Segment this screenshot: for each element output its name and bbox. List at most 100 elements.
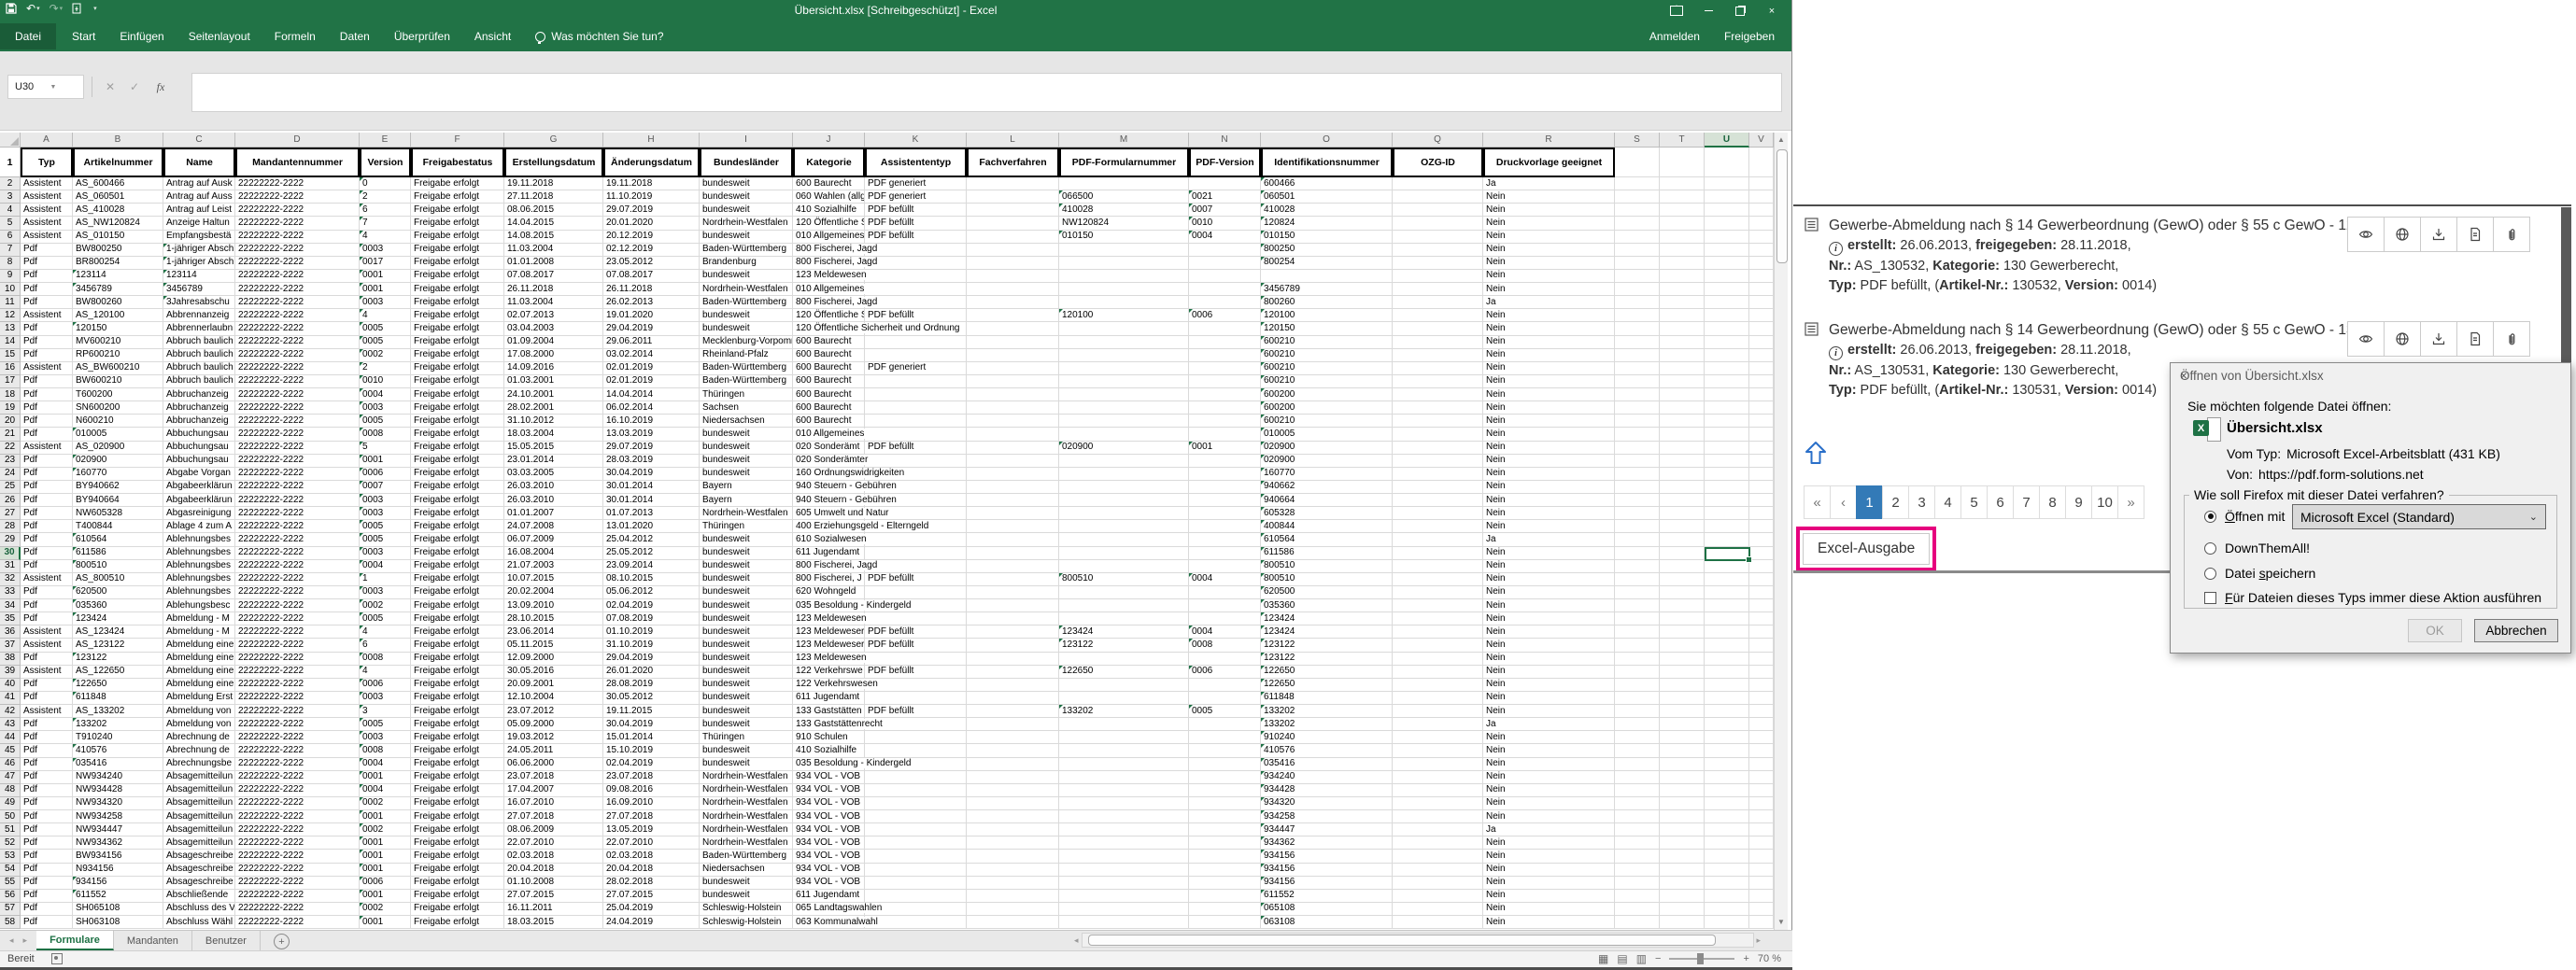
cell[interactable]: 934 VOL - VOB bbox=[793, 850, 865, 863]
cell[interactable]: Assistent bbox=[21, 705, 73, 718]
cell[interactable] bbox=[1059, 731, 1189, 744]
cell[interactable]: 123 Meldewesen bbox=[793, 612, 865, 626]
cell[interactable]: Absageschreibe bbox=[163, 877, 235, 890]
cell[interactable] bbox=[1189, 177, 1261, 190]
cell[interactable] bbox=[1705, 797, 1749, 810]
cell[interactable]: 035 Besoldung - Kindergeld bbox=[793, 599, 865, 612]
header-cell[interactable]: Änderungsdatum bbox=[603, 148, 700, 177]
cell[interactable] bbox=[865, 560, 967, 573]
row-number[interactable]: 40 bbox=[0, 679, 21, 692]
cell[interactable]: 0004 bbox=[360, 388, 411, 401]
cell[interactable]: bundesweit bbox=[700, 639, 793, 652]
cell[interactable]: 22222222-2222 bbox=[235, 810, 360, 823]
cell[interactable]: T910240 bbox=[73, 731, 163, 744]
cell[interactable]: 060 Wahlen (allg bbox=[793, 190, 865, 204]
cell[interactable] bbox=[1660, 679, 1705, 692]
cell[interactable]: 120150 bbox=[1261, 322, 1393, 335]
cell[interactable]: Freigabe erfolgt bbox=[411, 850, 504, 863]
page-8-button[interactable]: 8 bbox=[2039, 485, 2066, 519]
row-number[interactable]: 12 bbox=[0, 309, 21, 322]
cell[interactable]: MV600210 bbox=[73, 336, 163, 349]
cell[interactable]: bundesweit bbox=[700, 190, 793, 204]
cell[interactable]: Nein bbox=[1483, 916, 1615, 929]
cell[interactable]: bundesweit bbox=[700, 718, 793, 731]
cell[interactable]: bundesweit bbox=[700, 231, 793, 244]
cell[interactable]: 133202 bbox=[1261, 718, 1393, 731]
cell[interactable]: Pdf bbox=[21, 455, 73, 468]
cell[interactable]: 13.05.2019 bbox=[603, 823, 700, 836]
cell[interactable]: Pdf bbox=[21, 731, 73, 744]
cell[interactable]: 3456789 bbox=[1261, 283, 1393, 296]
page-first-button[interactable]: « bbox=[1804, 485, 1831, 519]
cell[interactable]: 6 bbox=[360, 639, 411, 652]
cell[interactable] bbox=[1705, 231, 1749, 244]
cell[interactable] bbox=[1749, 692, 1774, 705]
cell[interactable]: 27.07.2015 bbox=[603, 890, 700, 903]
cell[interactable] bbox=[1749, 481, 1774, 494]
cell[interactable]: 29.07.2019 bbox=[603, 204, 700, 217]
cell[interactable]: 611 Jugendamt bbox=[793, 692, 865, 705]
cell[interactable] bbox=[1749, 283, 1774, 296]
cell[interactable] bbox=[1615, 653, 1660, 666]
cell[interactable] bbox=[1059, 850, 1189, 863]
cell[interactable]: bundesweit bbox=[700, 666, 793, 679]
cell[interactable] bbox=[1393, 442, 1483, 455]
cell[interactable] bbox=[967, 744, 1059, 757]
row-number[interactable]: 37 bbox=[0, 639, 21, 652]
cell[interactable] bbox=[1615, 771, 1660, 784]
cell[interactable] bbox=[865, 375, 967, 388]
cell[interactable] bbox=[1705, 533, 1749, 546]
cell[interactable]: 410576 bbox=[1261, 744, 1393, 757]
cell[interactable]: 0001 bbox=[360, 771, 411, 784]
row-number[interactable]: 8 bbox=[0, 257, 21, 270]
cell[interactable]: 23.05.2012 bbox=[603, 257, 700, 270]
macro-record-icon[interactable] bbox=[51, 953, 63, 964]
cell[interactable]: Pdf bbox=[21, 336, 73, 349]
cell[interactable]: 22222222-2222 bbox=[235, 217, 360, 230]
cell[interactable] bbox=[865, 336, 967, 349]
cell[interactable] bbox=[1615, 455, 1660, 468]
cell[interactable]: 611586 bbox=[73, 547, 163, 560]
cell[interactable] bbox=[1705, 679, 1749, 692]
cell[interactable] bbox=[1393, 653, 1483, 666]
cell[interactable]: Ja bbox=[1483, 296, 1615, 309]
cell[interactable]: PDF befüllt bbox=[865, 204, 967, 217]
cell[interactable]: bundesweit bbox=[700, 877, 793, 890]
cell[interactable] bbox=[967, 442, 1059, 455]
cell[interactable] bbox=[1615, 692, 1660, 705]
cell[interactable]: 22222222-2222 bbox=[235, 349, 360, 362]
cell[interactable] bbox=[1615, 283, 1660, 296]
cell[interactable] bbox=[1749, 309, 1774, 322]
cell[interactable] bbox=[967, 836, 1059, 850]
cell[interactable] bbox=[1660, 573, 1705, 586]
cell[interactable]: 123122 bbox=[1059, 639, 1189, 652]
cell[interactable] bbox=[1393, 336, 1483, 349]
cell[interactable]: 1 bbox=[360, 573, 411, 586]
cell[interactable]: 035 Besoldung - Kindergeld bbox=[793, 758, 865, 771]
cell[interactable]: bundesweit bbox=[700, 428, 793, 441]
cell[interactable]: 120150 bbox=[73, 322, 163, 335]
page-9-button[interactable]: 9 bbox=[2065, 485, 2092, 519]
cell[interactable] bbox=[865, 257, 967, 270]
cell[interactable] bbox=[1393, 771, 1483, 784]
radio-save-file[interactable]: Datei speichern bbox=[2204, 566, 2315, 581]
cell[interactable]: 13.09.2010 bbox=[504, 599, 603, 612]
cell[interactable] bbox=[1393, 270, 1483, 283]
cell[interactable] bbox=[1393, 415, 1483, 428]
cell[interactable] bbox=[1660, 560, 1705, 573]
cell[interactable] bbox=[1059, 415, 1189, 428]
cell[interactable] bbox=[1749, 877, 1774, 890]
cell[interactable]: 28.03.2019 bbox=[603, 455, 700, 468]
cell[interactable]: 4 bbox=[360, 231, 411, 244]
cell[interactable]: 123424 bbox=[73, 612, 163, 626]
cell[interactable] bbox=[1660, 296, 1705, 309]
cell[interactable] bbox=[865, 810, 967, 823]
column-letter-K[interactable]: K bbox=[865, 133, 967, 148]
form-title[interactable]: Gewerbe-Abmeldung nach § 14 Gewerbeordnu… bbox=[1829, 215, 2389, 236]
cell[interactable]: 0003 bbox=[360, 586, 411, 599]
cell[interactable]: NW120824 bbox=[1059, 217, 1189, 230]
cell[interactable] bbox=[1615, 758, 1660, 771]
cell[interactable]: 0005 bbox=[360, 336, 411, 349]
cell[interactable]: RP600210 bbox=[73, 349, 163, 362]
cell[interactable]: Nein bbox=[1483, 758, 1615, 771]
